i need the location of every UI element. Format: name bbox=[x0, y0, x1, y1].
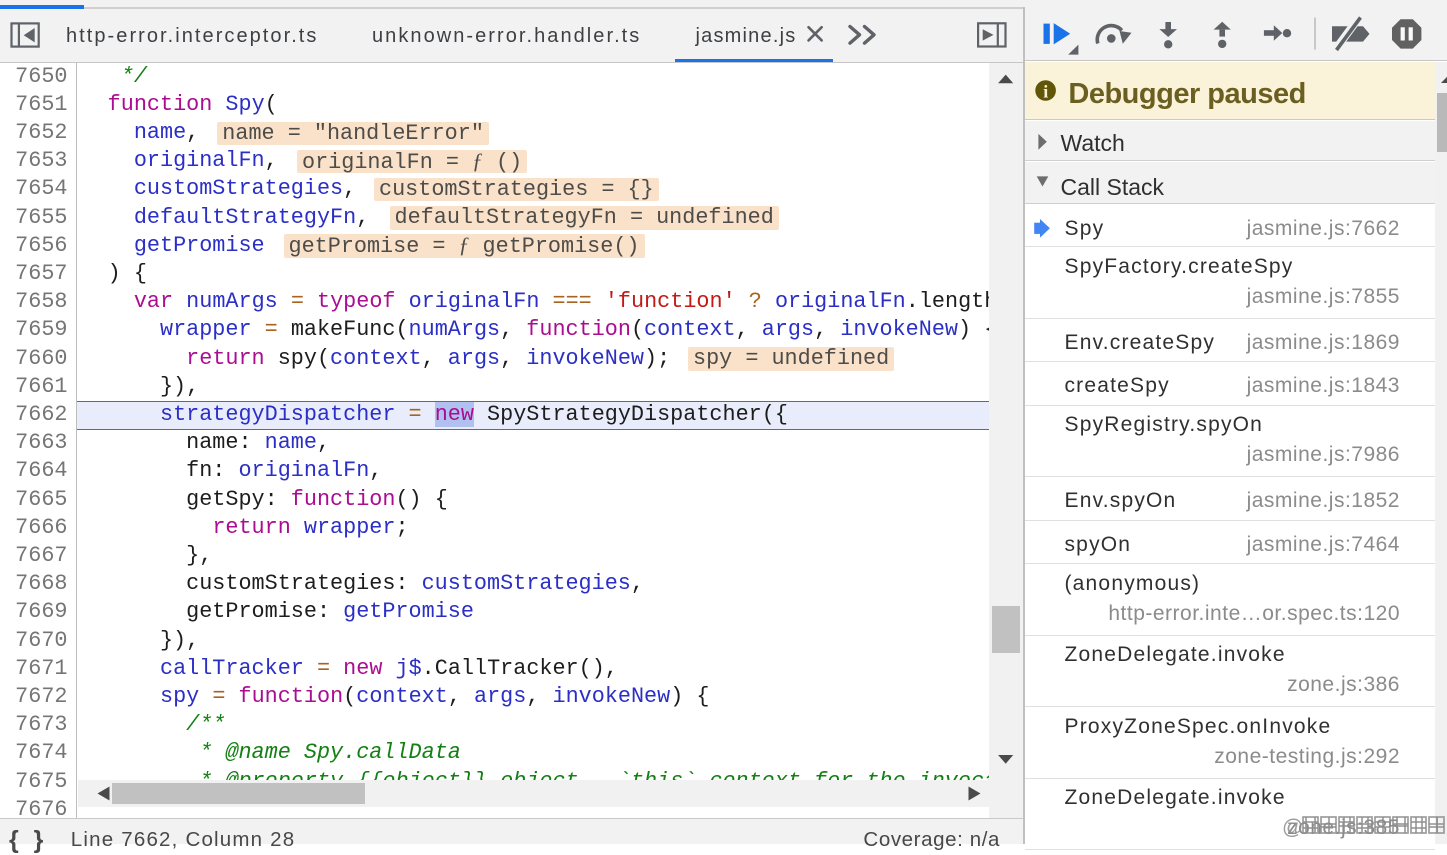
svg-text:i: i bbox=[1043, 81, 1048, 101]
svg-text:@: @ bbox=[1282, 816, 1303, 839]
